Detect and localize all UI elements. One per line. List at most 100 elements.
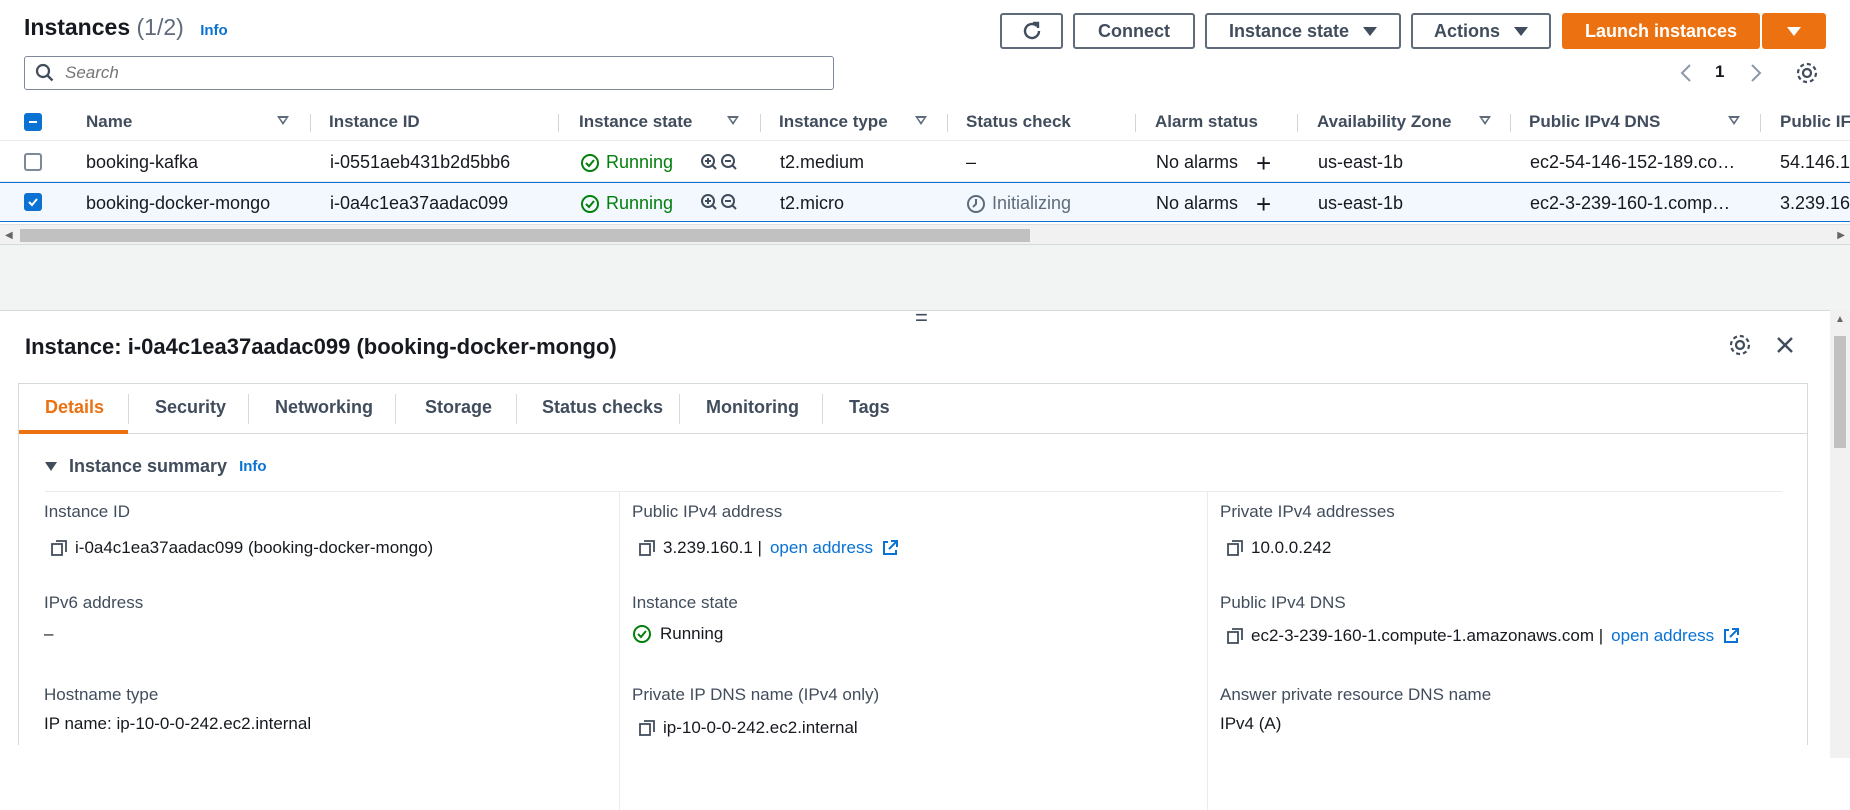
sort-icon[interactable] [727, 116, 739, 125]
info-link[interactable]: Info [200, 22, 228, 39]
launch-dropdown-button[interactable] [1762, 13, 1826, 49]
check-circle-icon [633, 625, 651, 643]
private-dns-text: ip-10-0-0-242.ec2.internal [663, 718, 858, 737]
search-box[interactable] [24, 56, 834, 90]
refresh-button[interactable] [1000, 13, 1063, 49]
caret-down-icon [45, 462, 57, 471]
scroll-right-icon[interactable]: ▶ [1837, 230, 1845, 241]
panel-settings-icon[interactable] [1728, 333, 1752, 357]
divider [45, 491, 1782, 492]
table-header: Name Instance ID Instance state Instance… [0, 104, 1850, 141]
zoom-in-out-icon[interactable] [700, 153, 740, 173]
col-alarm-status[interactable]: Alarm status [1155, 112, 1258, 132]
actions-button[interactable]: Actions [1411, 13, 1551, 49]
copy-icon[interactable] [639, 540, 655, 556]
public-ip-value: 3.239.160.1 | open address [639, 538, 899, 558]
refresh-icon [1023, 21, 1040, 40]
state-text: Running [606, 193, 674, 213]
row-checkbox[interactable] [24, 193, 42, 211]
column-divider [558, 114, 559, 132]
title-text: Instances [24, 14, 131, 40]
select-all-checkbox[interactable] [24, 113, 42, 131]
col-public-dns[interactable]: Public IPv4 DNS [1529, 112, 1660, 132]
tab-details[interactable]: Details [45, 397, 104, 418]
state-text: Running [660, 624, 724, 643]
search-input[interactable] [65, 63, 805, 83]
col-instance-state[interactable]: Instance state [579, 112, 692, 132]
tab-monitoring[interactable]: Monitoring [706, 397, 799, 418]
section-header[interactable]: Instance summary Info [45, 456, 267, 477]
zoom-in-out-icon[interactable] [700, 193, 740, 213]
col-name[interactable]: Name [86, 112, 132, 132]
vertical-scrollbar[interactable]: ▲ [1830, 310, 1850, 758]
col-status-check[interactable]: Status check [966, 112, 1071, 132]
public-dns-value: ec2-3-239-160-1.compute-1.amazonaws.com … [1227, 626, 1740, 646]
instance-id-link[interactable]: i-0551aeb431b2d5bb6 [330, 152, 510, 173]
tab-storage[interactable]: Storage [425, 397, 492, 418]
private-ip-label: Private IPv4 addresses [1220, 502, 1395, 521]
hostname-label: Hostname type [44, 685, 159, 704]
col-instance-id[interactable]: Instance ID [329, 112, 420, 132]
external-link-icon[interactable] [881, 539, 899, 557]
horizontal-scrollbar[interactable]: ◀ ▶ [0, 224, 1850, 244]
tab-bar: Details Security Networking Storage Stat… [19, 384, 1807, 434]
column-divider [1135, 114, 1136, 132]
cell-name: booking-kafka [86, 152, 199, 172]
open-address-link[interactable]: open address [1611, 626, 1714, 646]
tab-security[interactable]: Security [155, 397, 226, 418]
tab-networking[interactable]: Networking [275, 397, 373, 418]
launch-instances-button[interactable]: Launch instances [1562, 13, 1760, 49]
sort-icon[interactable] [1728, 116, 1740, 125]
check-circle-icon [581, 194, 599, 213]
copy-icon[interactable] [1227, 628, 1243, 644]
resize-handle-icon[interactable]: = [915, 305, 928, 331]
sort-icon[interactable] [277, 116, 289, 125]
public-dns-text: ec2-3-239-160-1.compute-1.amazonaws.com … [1251, 626, 1604, 645]
info-link[interactable]: Info [239, 458, 267, 475]
page-title: Instances (1/2) Info [24, 14, 228, 41]
row-checkbox[interactable] [24, 153, 42, 171]
page-number[interactable]: 1 [1715, 62, 1724, 82]
sort-icon[interactable] [915, 116, 927, 125]
copy-icon[interactable] [51, 540, 67, 556]
external-link-icon[interactable] [1722, 627, 1740, 645]
sort-icon[interactable] [1479, 116, 1491, 125]
state-value: Running [632, 624, 723, 644]
scroll-thumb[interactable] [20, 229, 1030, 242]
instances-header-region: Instances (1/2) Info Connect Instance st… [0, 0, 1850, 310]
state-label: Instance state [632, 593, 738, 612]
instance-id-value: i-0a4c1ea37aadac099 (booking-docker-mong… [51, 538, 433, 558]
scroll-up-icon[interactable]: ▲ [1835, 314, 1845, 325]
settings-gear-icon[interactable] [1795, 61, 1819, 85]
tab-status-checks[interactable]: Status checks [542, 397, 663, 418]
copy-icon[interactable] [639, 720, 655, 736]
instance-id-link[interactable]: i-0a4c1ea37aadac099 [330, 193, 508, 214]
cell-az: us-east-1b [1318, 193, 1404, 213]
add-alarm-icon[interactable]: + [1256, 189, 1271, 220]
tab-tags[interactable]: Tags [849, 397, 890, 418]
scroll-left-icon[interactable]: ◀ [5, 230, 13, 241]
instance-details-panel: = Instance: i-0a4c1ea37aadac099 (booking… [0, 305, 1850, 810]
prev-page-icon[interactable] [1680, 63, 1692, 83]
next-page-icon[interactable] [1750, 63, 1762, 83]
col-public-ip[interactable]: Public IF [1780, 112, 1850, 132]
column-divider [1297, 114, 1298, 132]
add-alarm-icon[interactable]: + [1256, 148, 1271, 179]
col-instance-type[interactable]: Instance type [779, 112, 888, 132]
open-address-link[interactable]: open address [770, 538, 873, 558]
table-row[interactable]: booking-kafka i-0551aeb431b2d5bb6 Runnin… [0, 142, 1850, 182]
instance-state-button[interactable]: Instance state [1205, 13, 1401, 49]
connect-button[interactable]: Connect [1073, 13, 1195, 49]
private-ip-text: 10.0.0.242 [1251, 538, 1332, 557]
cell-status-check: Initializing [966, 193, 1071, 214]
copy-icon[interactable] [1227, 540, 1243, 556]
scroll-thumb[interactable] [1834, 336, 1846, 448]
column-divider [1510, 114, 1511, 132]
col-availability-zone[interactable]: Availability Zone [1317, 112, 1451, 132]
table-row[interactable]: booking-docker-mongo i-0a4c1ea37aadac099… [0, 182, 1850, 222]
status-check-text: Initializing [992, 193, 1072, 213]
instance-state-label: Instance state [1228, 20, 1350, 41]
cell-ip: 54.146.1 [1780, 152, 1850, 172]
cell-ip: 3.239.16 [1780, 193, 1850, 213]
close-icon[interactable] [1775, 335, 1795, 355]
